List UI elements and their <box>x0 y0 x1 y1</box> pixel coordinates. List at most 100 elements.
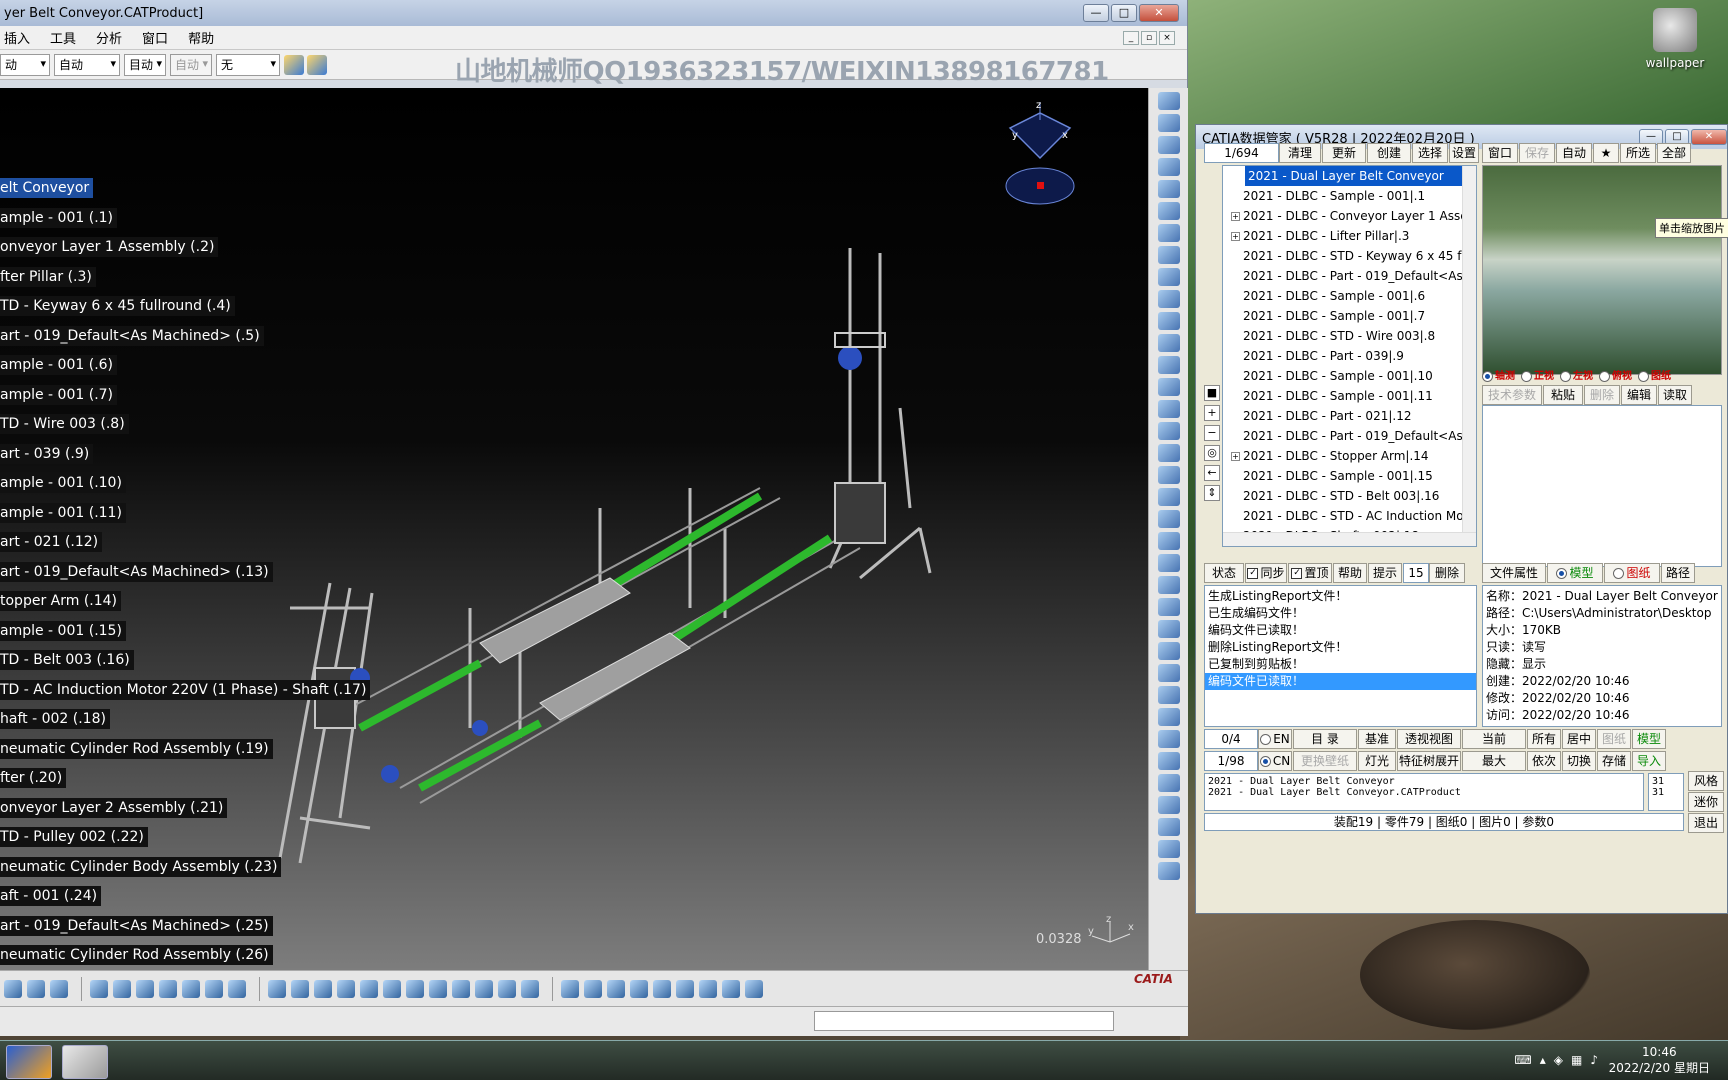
rotate-icon[interactable] <box>337 979 355 998</box>
tree-item[interactable]: 2021 - DLBC - STD - Wire 003|.8 <box>1223 326 1476 346</box>
light-button[interactable]: 灯光 <box>1358 751 1396 771</box>
datum-button[interactable]: 基准 <box>1358 729 1396 749</box>
sort-icon[interactable]: ⇕ <box>1204 485 1220 501</box>
tree-horizontal-scrollbar[interactable] <box>1223 532 1476 546</box>
shading-icon[interactable] <box>475 979 493 998</box>
formula-icon[interactable] <box>90 979 108 998</box>
ruler-icon[interactable] <box>1157 840 1180 858</box>
color-combo[interactable]: 动 <box>0 53 50 76</box>
tree-node[interactable]: art - 019_Default<As Machined> (.25) <box>0 916 273 936</box>
reuse-pattern-icon[interactable] <box>1157 642 1180 660</box>
table-icon[interactable] <box>159 979 177 998</box>
tree-node[interactable]: onveyor Layer 2 Assembly (.21) <box>0 798 228 818</box>
catalog-browser-icon[interactable] <box>607 979 625 998</box>
style-button[interactable]: 风格 <box>1688 771 1724 791</box>
knowledge-icon[interactable] <box>113 979 131 998</box>
pin-top-checkbox[interactable]: ✓ 置顶 <box>1288 563 1332 583</box>
color-swatch-icon[interactable]: ■ <box>1204 385 1220 401</box>
compass-icon[interactable]: z x y <box>1000 98 1080 208</box>
expand-icon[interactable]: + <box>1204 405 1220 421</box>
import-button[interactable]: 导入 <box>1632 751 1666 771</box>
menu-analyze[interactable]: 分析 <box>96 28 122 47</box>
expand-toggle-icon[interactable]: + <box>1231 452 1240 461</box>
radio-top[interactable]: 俯视 <box>1599 367 1632 382</box>
fix-together-icon[interactable] <box>1157 554 1180 572</box>
tree-item[interactable]: +2021 - DLBC - Pneumatic Cylinder Rod A <box>1223 546 1476 547</box>
expand-tree-button[interactable]: 特征树展开 <box>1397 751 1461 771</box>
section-icon[interactable] <box>1157 752 1180 770</box>
tree-node[interactable]: TD - Keyway 6 x 45 fullround (.4) <box>0 296 235 316</box>
capture-icon[interactable] <box>584 979 602 998</box>
lock-icon[interactable] <box>205 979 223 998</box>
tree-node[interactable]: neumatic Cylinder Rod Assembly (.26) <box>0 945 273 965</box>
existing-component-icon[interactable] <box>1157 180 1180 198</box>
shield-icon[interactable]: ◈ <box>1554 1053 1563 1067</box>
switch-button[interactable]: 切换 <box>1562 751 1596 771</box>
file-properties-button[interactable]: 文件属性 <box>1482 563 1546 583</box>
generate-numbering-icon[interactable] <box>1157 246 1180 264</box>
tree-node[interactable]: ample - 001 (.11) <box>0 503 126 523</box>
status-button[interactable]: 状态 <box>1204 563 1244 583</box>
tree-item[interactable]: 2021 - DLBC - STD - Belt 003|.16 <box>1223 486 1476 506</box>
update-icon[interactable] <box>1157 422 1180 440</box>
clash-icon[interactable] <box>1157 400 1180 418</box>
close-button[interactable]: ✕ <box>1139 4 1179 22</box>
doc-restore-button[interactable]: ▫ <box>1141 30 1157 45</box>
tree-node[interactable]: art - 039 (.9) <box>0 444 94 464</box>
manage-representations-icon[interactable] <box>1157 290 1180 308</box>
offset-constraint-icon[interactable] <box>1157 488 1180 506</box>
select-button[interactable]: 选择 <box>1412 143 1448 163</box>
tree-node[interactable]: TD - AC Induction Motor 220V (1 Phase) -… <box>0 680 371 700</box>
paste-button[interactable]: 粘贴 <box>1543 385 1583 405</box>
tree-node[interactable]: onveyor Layer 1 Assembly (.2) <box>0 237 219 257</box>
model-button[interactable]: 模型 <box>1632 729 1666 749</box>
target-icon[interactable]: ◎ <box>1204 445 1220 461</box>
graphic-properties-icon[interactable] <box>307 54 327 75</box>
favorite-button[interactable]: ★ <box>1593 143 1619 163</box>
exit-button[interactable]: 退出 <box>1688 813 1724 833</box>
tree-item[interactable]: +2021 - DLBC - Conveyor Layer 1 Assemb <box>1223 206 1476 226</box>
scene-icon[interactable] <box>1157 730 1180 748</box>
flexible-subassembly-icon[interactable] <box>1157 598 1180 616</box>
3d-viewport[interactable]: elt Conveyor ample - 001 (.1) onveyor La… <box>0 88 1148 970</box>
tree-node[interactable]: fter Pillar (.3) <box>0 267 96 287</box>
doc-close-button[interactable]: × <box>1159 30 1175 45</box>
snap-icon[interactable] <box>1157 356 1180 374</box>
doc-minimize-button[interactable]: _ <box>1123 30 1139 45</box>
clock[interactable]: 10:46 2022/2/20 星期日 <box>1609 1044 1710 1076</box>
selective-load-icon[interactable] <box>1157 268 1180 286</box>
tree-vertical-scrollbar[interactable] <box>1462 166 1476 532</box>
insert-component-icon[interactable] <box>1157 158 1180 176</box>
tree-node[interactable]: neumatic Cylinder Body Assembly (.23) <box>0 857 282 877</box>
cn-radio[interactable]: CN <box>1258 751 1292 771</box>
tree-item[interactable]: +2021 - DLBC - Stopper Arm|.14 <box>1223 446 1476 466</box>
product-tree[interactable]: 2021 - Dual Layer Belt Conveyor 2021 - D… <box>1222 165 1477 547</box>
window-button[interactable]: 窗口 <box>1482 143 1518 163</box>
zoom-in-icon[interactable] <box>360 979 378 998</box>
graph-tree-icon[interactable] <box>1157 224 1180 242</box>
tech-params-button[interactable]: 技术参数 <box>1482 385 1542 405</box>
tech-params-area[interactable] <box>1482 405 1722 567</box>
change-wallpaper-button[interactable]: 更换壁纸 <box>1293 751 1357 771</box>
radio-left[interactable]: 左视 <box>1560 367 1593 382</box>
tree-item[interactable]: 2021 - DLBC - Part - 019_Default<As Ma <box>1223 266 1476 286</box>
component-icon[interactable] <box>1157 136 1180 154</box>
hint-button[interactable]: 提示 <box>1368 563 1402 583</box>
sectioning-icon[interactable] <box>1157 796 1180 814</box>
apply-material-icon[interactable] <box>699 979 717 998</box>
tree-node[interactable]: ample - 001 (.6) <box>0 355 118 375</box>
tree-root-item[interactable]: 2021 - Dual Layer Belt Conveyor <box>1245 166 1476 186</box>
model-radio[interactable]: 模型 <box>1547 563 1603 583</box>
swap-space-icon[interactable] <box>521 979 539 998</box>
auto-button[interactable]: 自动 <box>1556 143 1592 163</box>
tree-node[interactable]: TD - Wire 003 (.8) <box>0 414 129 434</box>
zoom-out-icon[interactable] <box>383 979 401 998</box>
tree-node[interactable]: ample - 001 (.7) <box>0 385 118 405</box>
redo-icon[interactable] <box>27 979 45 998</box>
tree-node[interactable]: aft - 001 (.24) <box>0 886 102 906</box>
menu-insert[interactable]: 插入 <box>4 28 30 47</box>
path-list[interactable]: 2021 - Dual Layer Belt Conveyor 2021 - D… <box>1204 773 1644 811</box>
normal-view-icon[interactable] <box>406 979 424 998</box>
center-button[interactable]: 居中 <box>1562 729 1596 749</box>
tree-item[interactable]: 2021 - DLBC - Part - 021|.12 <box>1223 406 1476 426</box>
